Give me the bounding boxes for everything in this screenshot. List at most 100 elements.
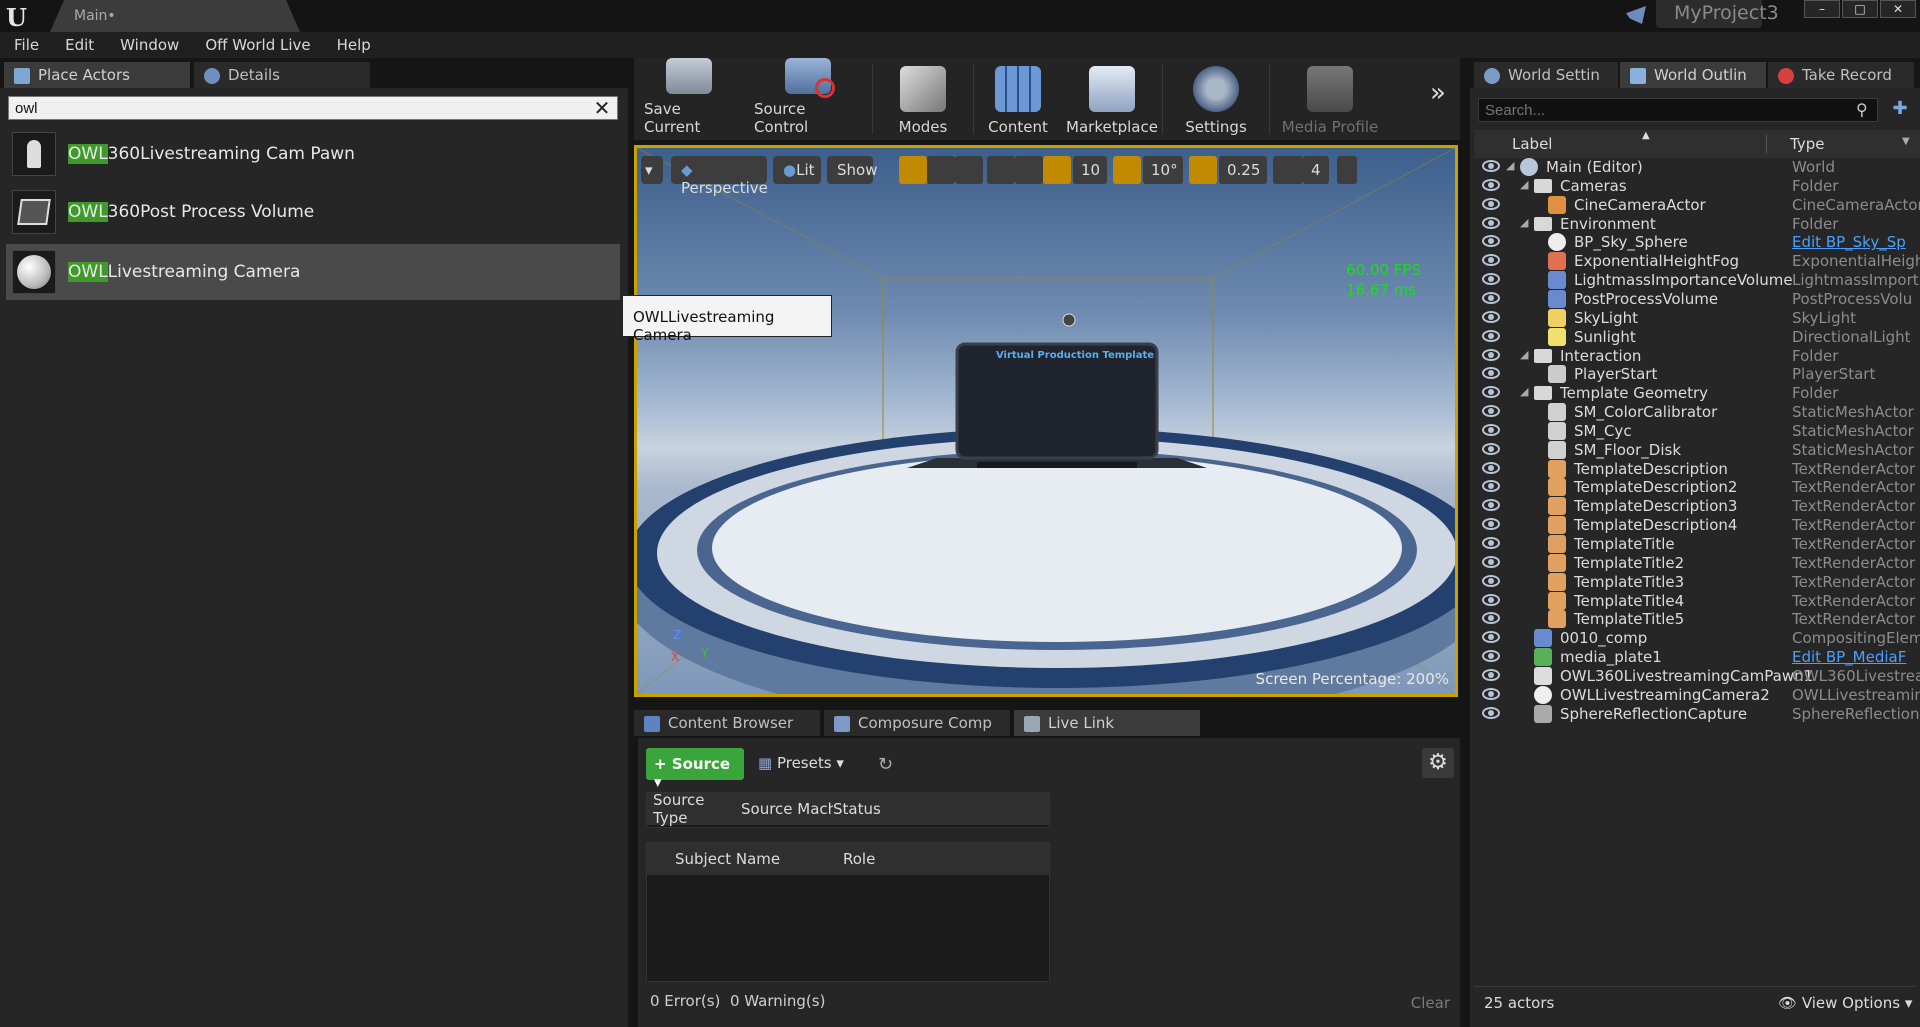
live-link-settings-icon[interactable]: ⚙: [1422, 748, 1454, 778]
surface-snap-icon[interactable]: [1015, 156, 1043, 184]
tab-world-settings[interactable]: World Settin: [1474, 62, 1618, 88]
level-viewport[interactable]: Virtual Production Template ▾ ◆ Perspect…: [634, 145, 1458, 697]
clear-search-icon[interactable]: ✕: [590, 96, 614, 120]
list-item[interactable]: OWL360Livestreaming Cam Pawn: [6, 126, 620, 182]
visibility-eye-icon[interactable]: [1482, 348, 1500, 361]
col-source-type[interactable]: Source Type: [647, 791, 741, 827]
show-button[interactable]: Show: [827, 156, 877, 184]
modes-button[interactable]: Modes: [873, 58, 973, 140]
settings-button[interactable]: Settings: [1163, 58, 1269, 140]
visibility-eye-icon[interactable]: [1482, 254, 1500, 267]
col-label[interactable]: Label: [1512, 135, 1552, 153]
add-filter-icon[interactable]: ✚: [1888, 98, 1912, 122]
toolbar-overflow-button[interactable]: »: [1430, 58, 1460, 140]
scale-snap-value[interactable]: 0.25: [1219, 156, 1267, 184]
viewport-options-button[interactable]: ▾: [641, 156, 663, 184]
chevron-down-icon[interactable]: ▼: [1902, 136, 1910, 147]
visibility-eye-icon[interactable]: [1482, 555, 1500, 568]
source-control-status-icon[interactable]: [1626, 6, 1646, 24]
tab-world-outliner[interactable]: World Outlin: [1620, 62, 1766, 88]
visibility-eye-icon[interactable]: [1482, 291, 1500, 304]
tab-content-browser[interactable]: Content Browser: [634, 710, 820, 736]
source-control-button[interactable]: Source Control: [744, 58, 872, 140]
expand-arrow-icon[interactable]: ◢: [1506, 159, 1514, 172]
visibility-eye-icon[interactable]: [1482, 574, 1500, 587]
translate-icon[interactable]: [899, 156, 927, 184]
tab-composure-comp[interactable]: Composure Comp: [824, 710, 1010, 736]
save-current-button[interactable]: Save Current: [634, 58, 744, 140]
rotate-icon[interactable]: [927, 156, 955, 184]
visibility-eye-icon[interactable]: [1482, 593, 1500, 606]
close-button[interactable]: ✕: [1880, 0, 1916, 18]
tab-place-actors[interactable]: Place Actors: [4, 62, 190, 88]
scale-icon[interactable]: [955, 156, 983, 184]
world-space-icon[interactable]: [987, 156, 1015, 184]
add-source-button[interactable]: + Source ▾: [646, 748, 744, 791]
menu-file[interactable]: File: [14, 36, 39, 54]
tab-take-recorder[interactable]: Take Record: [1768, 62, 1914, 88]
outliner-row[interactable]: SphereReflectionCapture SphereReflection: [1470, 703, 1920, 726]
col-status[interactable]: Status: [833, 800, 1049, 818]
minimize-button[interactable]: –: [1804, 0, 1840, 18]
visibility-eye-icon[interactable]: [1482, 612, 1500, 625]
visibility-eye-icon[interactable]: [1482, 537, 1500, 549]
grid-snap-value[interactable]: 10: [1073, 156, 1107, 184]
rotation-snap-icon[interactable]: [1113, 156, 1141, 184]
visibility-eye-icon[interactable]: [1482, 706, 1500, 719]
visibility-eye-icon[interactable]: [1482, 367, 1500, 380]
maximize-viewport-icon[interactable]: [1337, 156, 1357, 184]
expand-arrow-icon[interactable]: ◢: [1520, 178, 1528, 191]
edit-blueprint-link[interactable]: Edit BP_MediaF: [1792, 648, 1920, 666]
list-item-selected[interactable]: OWLLivestreaming Camera: [6, 244, 620, 300]
clear-messages-button[interactable]: Clear: [1411, 994, 1450, 1012]
tab-details[interactable]: Details: [194, 62, 370, 88]
visibility-eye-icon[interactable]: [1482, 687, 1500, 700]
visibility-eye-icon[interactable]: [1482, 650, 1500, 663]
grid-snap-icon[interactable]: [1043, 156, 1071, 184]
visibility-eye-icon[interactable]: [1482, 461, 1500, 474]
menu-window[interactable]: Window: [120, 36, 179, 54]
visibility-eye-icon[interactable]: [1482, 178, 1500, 191]
menu-off-world-live[interactable]: Off World Live: [205, 36, 310, 54]
visibility-eye-icon[interactable]: [1482, 386, 1500, 399]
view-options-button[interactable]: 👁 View Options ▾: [1778, 994, 1912, 1012]
refresh-icon[interactable]: ↻: [878, 754, 893, 775]
edit-blueprint-link[interactable]: Edit BP_Sky_Sp: [1792, 233, 1920, 251]
visibility-eye-icon[interactable]: [1482, 631, 1500, 644]
media-profile-button[interactable]: Media Profile: [1270, 58, 1390, 140]
visibility-eye-icon[interactable]: [1482, 273, 1500, 286]
content-button[interactable]: Content: [974, 58, 1062, 140]
maximize-button[interactable]: □: [1842, 0, 1878, 18]
camera-speed-icon[interactable]: [1273, 156, 1303, 184]
visibility-eye-icon[interactable]: [1482, 329, 1500, 342]
col-role[interactable]: Role: [843, 850, 1049, 868]
col-source-machine[interactable]: Source Machi: [741, 800, 833, 818]
tab-main-level[interactable]: Main•: [50, 0, 300, 32]
expand-arrow-icon[interactable]: ◢: [1520, 348, 1528, 361]
marketplace-button[interactable]: Marketplace: [1062, 58, 1162, 140]
visibility-eye-icon[interactable]: [1482, 518, 1500, 531]
camera-speed-value[interactable]: 4: [1303, 156, 1329, 184]
visibility-eye-icon[interactable]: [1482, 405, 1500, 418]
expand-arrow-icon[interactable]: ◢: [1520, 385, 1528, 398]
place-actors-search-input[interactable]: [8, 96, 618, 120]
col-type[interactable]: Type: [1790, 135, 1824, 153]
visibility-eye-icon[interactable]: [1482, 197, 1500, 210]
visibility-eye-icon[interactable]: [1482, 480, 1500, 493]
visibility-eye-icon[interactable]: [1482, 160, 1500, 172]
visibility-eye-icon[interactable]: [1482, 216, 1500, 229]
col-subject-name[interactable]: Subject Name: [647, 850, 843, 868]
list-item[interactable]: OWL360Post Process Volume: [6, 184, 620, 240]
perspective-button[interactable]: ◆ Perspective: [671, 156, 768, 197]
rotation-snap-value[interactable]: 10°: [1143, 156, 1183, 184]
visibility-eye-icon[interactable]: [1482, 423, 1500, 436]
menu-edit[interactable]: Edit: [65, 36, 94, 54]
tab-live-link[interactable]: Live Link: [1014, 710, 1200, 736]
menu-help[interactable]: Help: [337, 36, 371, 54]
expand-arrow-icon[interactable]: ◢: [1520, 216, 1528, 229]
visibility-eye-icon[interactable]: [1482, 235, 1500, 248]
visibility-eye-icon[interactable]: [1482, 310, 1500, 323]
visibility-eye-icon[interactable]: [1482, 442, 1500, 455]
outliner-search-input[interactable]: [1478, 98, 1878, 122]
lit-button[interactable]: ●Lit: [773, 156, 821, 184]
